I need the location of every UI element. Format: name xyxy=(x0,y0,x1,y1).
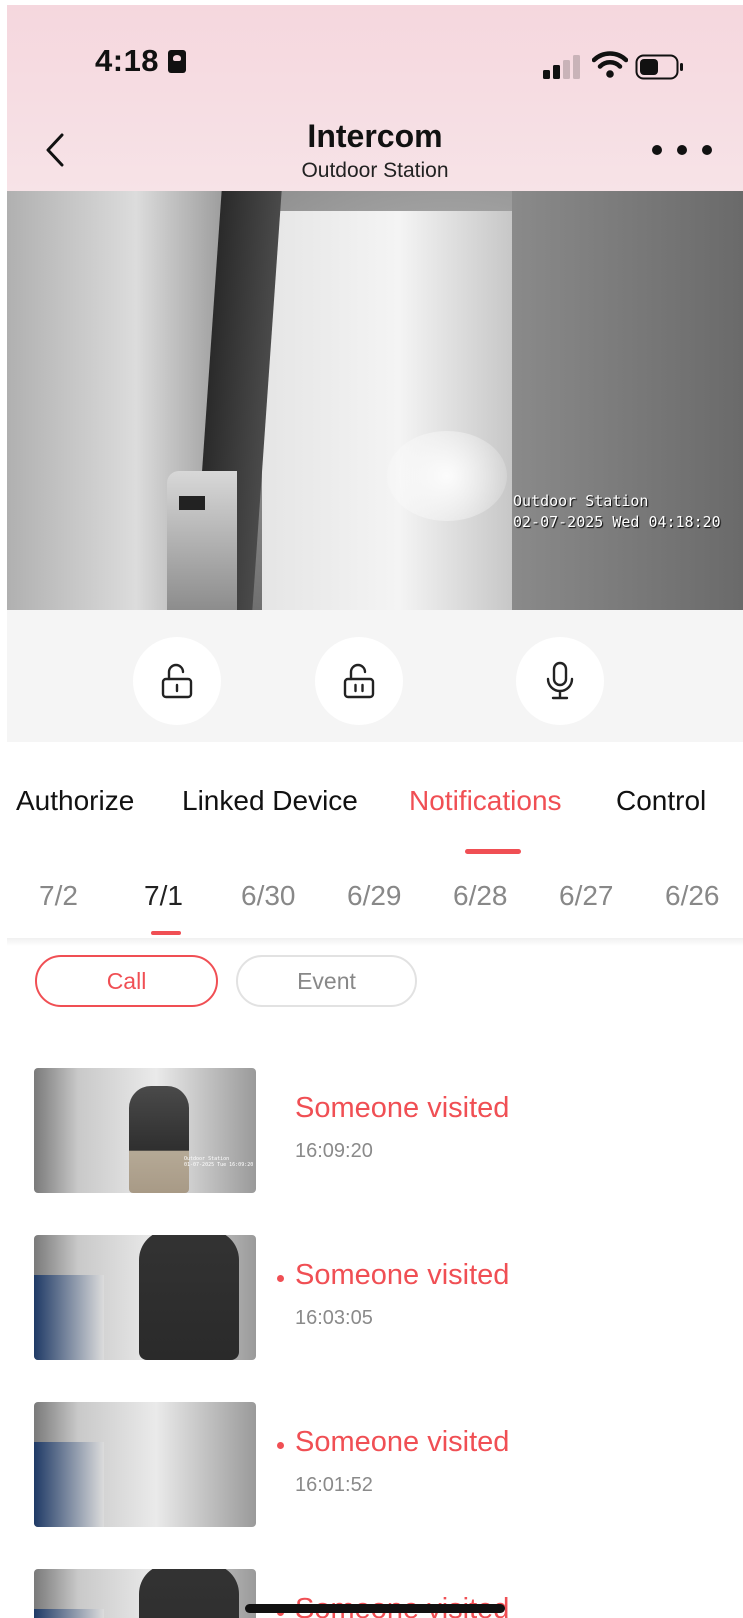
video-scene-door xyxy=(262,211,512,610)
unlock-icon xyxy=(343,663,375,699)
date-tab[interactable]: 6/27 xyxy=(559,880,614,912)
contact-card-icon xyxy=(168,50,186,73)
tab-linked-device[interactable]: Linked Device xyxy=(182,785,358,817)
page-title: Intercom xyxy=(307,118,443,154)
notification-time: 16:01:52 xyxy=(295,1474,373,1496)
visitor-figure xyxy=(139,1235,239,1360)
notification-title: Someone visited xyxy=(295,1426,510,1458)
date-tab[interactable]: 6/26 xyxy=(665,880,720,912)
snapshot-thumbnail[interactable] xyxy=(34,1235,256,1360)
more-dot-icon xyxy=(652,145,662,155)
more-options-button[interactable] xyxy=(652,140,712,160)
more-dot-icon xyxy=(677,145,687,155)
date-tab[interactable]: 7/2 xyxy=(39,880,78,912)
video-overlay-text: Outdoor Station 02-07-2025 Wed 04:18:20 xyxy=(513,491,721,533)
snapshot-thumbnail[interactable]: Outdoor Station 01-07-2025 Tue 16:09:20 xyxy=(34,1068,256,1193)
status-time: 4:18 xyxy=(95,43,160,78)
unread-dot-icon xyxy=(277,1442,284,1449)
tab-authorize[interactable]: Authorize xyxy=(16,785,134,817)
unlock-icon xyxy=(161,663,193,699)
more-dot-icon xyxy=(702,145,712,155)
unread-dot-icon xyxy=(277,1275,284,1282)
notification-time: 16:09:20 xyxy=(295,1140,373,1162)
unlock-door-1-button[interactable] xyxy=(133,637,221,725)
notification-time: 16:03:05 xyxy=(295,1307,373,1329)
notification-item[interactable]: Someone visited 16:01:52 xyxy=(7,1402,743,1527)
wifi-icon xyxy=(592,51,628,78)
notification-item[interactable]: Outdoor Station 01-07-2025 Tue 16:09:20 … xyxy=(7,1068,743,1193)
home-indicator[interactable] xyxy=(245,1604,505,1613)
cellular-signal-icon xyxy=(543,55,580,79)
divider xyxy=(7,938,743,946)
snapshot-thumbnail[interactable] xyxy=(34,1402,256,1527)
appliance-shape xyxy=(34,1275,104,1360)
snapshot-thumbnail[interactable] xyxy=(34,1569,256,1618)
notification-title: Someone visited xyxy=(295,1092,510,1124)
filter-call-button[interactable]: Call xyxy=(35,955,218,1007)
active-tab-indicator xyxy=(465,849,521,854)
tab-control[interactable]: Control xyxy=(616,785,706,817)
date-tab[interactable]: 6/29 xyxy=(347,880,402,912)
video-scene-appliance xyxy=(167,471,237,610)
appliance-shape xyxy=(34,1609,104,1618)
header: 4:18 Intercom Outdoor Station xyxy=(7,5,743,191)
control-bar xyxy=(7,610,743,742)
video-scene-wall xyxy=(512,191,743,610)
filter-event-button[interactable]: Event xyxy=(236,955,417,1007)
section-tabs: Authorize Linked Device Notifications Co… xyxy=(7,785,743,825)
date-tab[interactable]: 7/1 xyxy=(144,880,183,912)
live-video-feed[interactable]: Outdoor Station 02-07-2025 Wed 04:18:20 xyxy=(7,191,743,610)
microphone-button[interactable] xyxy=(516,637,604,725)
video-overlay-name: Outdoor Station xyxy=(513,492,649,510)
app-screen: 4:18 Intercom Outdoor Station Outdoor St… xyxy=(7,5,743,1618)
notification-item[interactable]: Someone visited 16:03:05 xyxy=(7,1235,743,1360)
date-selector: 7/2 7/1 6/30 6/29 6/28 6/27 6/26 xyxy=(7,880,743,940)
notification-title: Someone visited xyxy=(295,1259,510,1291)
microphone-icon xyxy=(546,661,574,700)
snapshot-stamp: Outdoor Station 01-07-2025 Tue 16:09:20 xyxy=(184,1156,254,1168)
battery-icon xyxy=(635,54,683,80)
appliance-shape xyxy=(34,1442,104,1527)
date-tab[interactable]: 6/30 xyxy=(241,880,296,912)
tab-notifications[interactable]: Notifications xyxy=(409,785,562,817)
video-scene-glow xyxy=(387,431,507,521)
visitor-figure xyxy=(139,1569,239,1618)
visitor-figure xyxy=(129,1086,189,1193)
video-overlay-datetime: 02-07-2025 Wed 04:18:20 xyxy=(513,513,721,531)
date-tab[interactable]: 6/28 xyxy=(453,880,508,912)
active-date-indicator xyxy=(151,931,181,935)
page-subtitle: Outdoor Station xyxy=(301,159,449,182)
unlock-door-2-button[interactable] xyxy=(315,637,403,725)
